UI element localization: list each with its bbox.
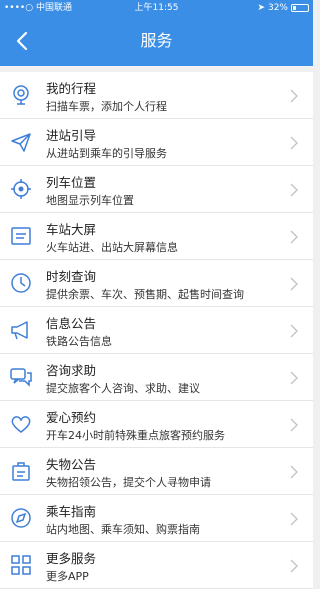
- service-name: 乘车指南: [46, 504, 97, 519]
- chevron-right-icon: [289, 136, 299, 150]
- service-description: 失物招领公告，提交个人寻物申请: [46, 476, 211, 489]
- page-title: 服务: [140, 31, 173, 50]
- service-item[interactable]: 更多服务更多APP: [0, 542, 313, 589]
- service-name: 信息公告: [46, 316, 97, 331]
- battery-icon: [291, 4, 309, 12]
- header: ••••○ 中国联通 上午11:55 ➤ 32% 服务: [0, 0, 313, 66]
- service-item[interactable]: 咨询求助提交旅客个人咨询、求助、建议: [0, 354, 313, 401]
- chevron-right-icon: [289, 512, 299, 526]
- service-description: 火车站进、出站大屏幕信息: [46, 241, 178, 254]
- service-item[interactable]: 乘车指南站内地图、乘车须知、购票指南: [0, 495, 313, 542]
- service-description: 铁路公告信息: [46, 335, 112, 348]
- location-pin-icon: [10, 84, 32, 106]
- chevron-right-icon: [289, 324, 299, 338]
- service-item[interactable]: 失物公告失物招领公告，提交个人寻物申请: [0, 448, 313, 495]
- service-description: 更多APP: [46, 570, 89, 583]
- service-item[interactable]: 时刻查询提供余票、车次、预售期、起售时间查询: [0, 260, 313, 307]
- megaphone-icon: [10, 319, 32, 341]
- service-name: 咨询求助: [46, 363, 97, 378]
- service-name: 时刻查询: [46, 269, 97, 284]
- chevron-right-icon: [289, 183, 299, 197]
- service-item[interactable]: 车站大屏火车站进、出站大屏幕信息: [0, 213, 313, 260]
- status-bar: ••••○ 中国联通 上午11:55 ➤ 32%: [0, 0, 313, 16]
- more-grid-icon: [10, 554, 32, 576]
- service-description: 提交旅客个人咨询、求助、建议: [46, 382, 200, 395]
- chevron-right-icon: [289, 230, 299, 244]
- service-description: 提供余票、车次、预售期、起售时间查询: [46, 288, 244, 301]
- service-item[interactable]: 列车位置地图显示列车位置: [0, 166, 313, 213]
- service-name: 车站大屏: [46, 222, 97, 237]
- service-name: 进站引导: [46, 128, 97, 143]
- status-right: ➤ 32%: [257, 0, 309, 16]
- service-name: 失物公告: [46, 457, 97, 472]
- lost-found-icon: [10, 460, 32, 482]
- paper-plane-icon: [10, 131, 32, 153]
- service-name: 爱心预约: [46, 410, 97, 425]
- chevron-right-icon: [289, 89, 299, 103]
- battery-fill: [293, 6, 297, 10]
- battery-percent: 32%: [267, 3, 288, 13]
- service-description: 站内地图、乘车须知、购票指南: [46, 523, 200, 536]
- service-list: 我的行程扫描车票，添加个人行程 进站引导从进站到乘车的引导服务 列车位置地图显示列车…: [0, 66, 313, 589]
- chevron-right-icon: [289, 371, 299, 385]
- service-description: 开车24小时前特殊重点旅客预约服务: [46, 429, 225, 442]
- clock-icon: [10, 272, 32, 294]
- chevron-right-icon: [289, 277, 299, 291]
- heart-icon: [10, 413, 32, 435]
- service-description: 地图显示列车位置: [46, 194, 134, 207]
- crosshair-icon: [10, 178, 32, 200]
- service-item[interactable]: 进站引导从进站到乘车的引导服务: [0, 119, 313, 166]
- service-item[interactable]: 爱心预约开车24小时前特殊重点旅客预约服务: [0, 401, 313, 448]
- service-item[interactable]: 信息公告铁路公告信息: [0, 307, 313, 354]
- service-name: 更多服务: [46, 551, 97, 566]
- service-item[interactable]: 我的行程扫描车票，添加个人行程: [0, 72, 313, 119]
- service-name: 我的行程: [46, 81, 97, 96]
- service-description: 从进站到乘车的引导服务: [46, 147, 167, 160]
- navbar: 服务: [0, 16, 313, 66]
- chat-bubbles-icon: [10, 366, 32, 388]
- service-description: 扫描车票，添加个人行程: [46, 100, 167, 113]
- chevron-right-icon: [289, 559, 299, 573]
- chevron-right-icon: [289, 418, 299, 432]
- display-screen-icon: [10, 225, 32, 247]
- chevron-right-icon: [289, 465, 299, 479]
- compass-icon: [10, 507, 32, 529]
- service-name: 列车位置: [46, 175, 97, 190]
- location-arrow-icon: ➤: [257, 3, 265, 13]
